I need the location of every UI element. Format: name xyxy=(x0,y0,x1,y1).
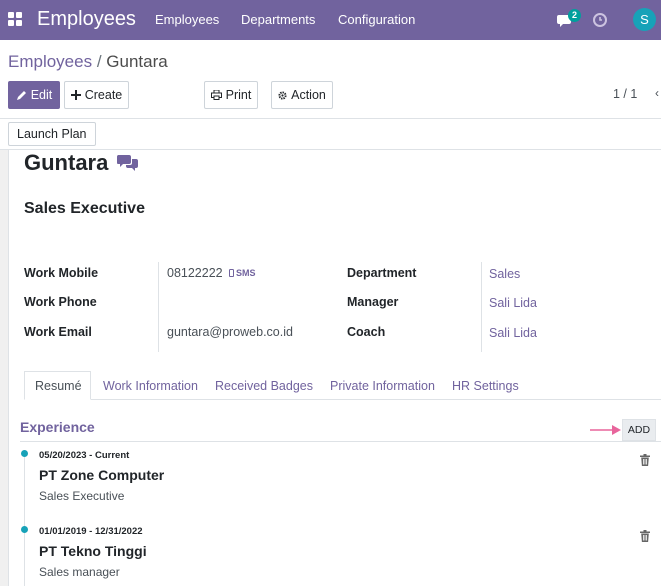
divider xyxy=(0,118,661,119)
apps-icon[interactable] xyxy=(8,12,22,26)
edit-label: Edit xyxy=(30,88,53,102)
timeline-dot xyxy=(21,526,28,533)
action-label: Action xyxy=(291,88,326,102)
coach-label: Coach xyxy=(347,325,386,339)
menu-departments[interactable]: Departments xyxy=(241,12,315,27)
manager-value[interactable]: Sali Lida xyxy=(489,296,537,310)
tab-hr-settings[interactable]: HR Settings xyxy=(442,371,529,400)
sheet-gutter xyxy=(0,150,8,586)
create-button[interactable]: Create xyxy=(64,81,129,109)
plus-icon xyxy=(70,90,81,100)
arrow-annotation-icon xyxy=(590,425,621,435)
tab-private-information[interactable]: Private Information xyxy=(320,371,445,400)
department-value[interactable]: Sales xyxy=(489,267,520,281)
pencil-icon xyxy=(16,90,26,100)
sms-link[interactable]: SMS xyxy=(229,268,256,278)
menu-employees[interactable]: Employees xyxy=(155,12,219,27)
trash-icon[interactable] xyxy=(640,454,650,466)
gear-icon xyxy=(278,90,287,100)
edit-button[interactable]: Edit xyxy=(8,81,60,109)
chat-icon[interactable] xyxy=(117,153,139,171)
menu-configuration[interactable]: Configuration xyxy=(338,12,415,27)
breadcrumb-parent[interactable]: Employees xyxy=(8,52,92,71)
coach-value[interactable]: Sali Lida xyxy=(489,326,537,340)
sms-label: SMS xyxy=(236,268,256,278)
create-label: Create xyxy=(84,88,123,102)
work-email-value[interactable]: guntara@proweb.co.id xyxy=(167,325,293,339)
trash-icon[interactable] xyxy=(640,530,650,542)
action-button[interactable]: Action xyxy=(271,81,333,109)
experience-role: Sales manager xyxy=(39,565,120,579)
work-mobile-value[interactable]: 08122222 xyxy=(167,266,223,280)
launch-plan-button[interactable]: Launch Plan xyxy=(8,122,96,146)
print-icon xyxy=(210,90,222,100)
breadcrumb: Employees / Guntara xyxy=(8,52,168,72)
app-brand[interactable]: Employees xyxy=(37,8,136,31)
pager-prev-icon[interactable]: ‹ xyxy=(655,86,659,100)
employee-name: Guntara xyxy=(24,150,109,175)
section-divider xyxy=(20,441,661,442)
top-navbar: Employees Employees Departments Configur… xyxy=(0,0,661,40)
experience-title: Experience xyxy=(20,419,95,435)
experience-dates: 01/01/2019 - 12/31/2022 xyxy=(39,526,143,537)
pager-value[interactable]: 1 / 1 xyxy=(613,87,637,101)
field-divider xyxy=(481,262,482,352)
job-title: Sales Executive xyxy=(24,200,145,217)
mobile-icon xyxy=(229,269,234,277)
add-experience-button[interactable]: ADD xyxy=(622,419,656,441)
print-label: Print xyxy=(225,88,252,102)
tab-work-information[interactable]: Work Information xyxy=(93,371,208,400)
breadcrumb-separator: / xyxy=(96,52,107,71)
experience-role: Sales Executive xyxy=(39,489,125,503)
user-avatar[interactable]: S xyxy=(633,8,656,31)
clock-icon[interactable] xyxy=(592,12,608,28)
field-divider xyxy=(158,262,159,352)
tab-resume[interactable]: Resumé xyxy=(24,371,91,400)
sheet-border xyxy=(8,150,9,586)
manager-label: Manager xyxy=(347,295,399,309)
department-label: Department xyxy=(347,266,417,280)
timeline-line xyxy=(24,452,25,586)
print-button[interactable]: Print xyxy=(204,81,258,109)
experience-company[interactable]: PT Tekno Tinggi xyxy=(39,543,147,559)
experience-company[interactable]: PT Zone Computer xyxy=(39,467,164,483)
chat-count-badge: 2 xyxy=(568,9,581,22)
work-phone-label: Work Phone xyxy=(24,295,97,309)
experience-dates: 05/20/2023 - Current xyxy=(39,450,130,461)
work-email-label: Work Email xyxy=(24,325,92,339)
tab-received-badges[interactable]: Received Badges xyxy=(205,371,323,400)
breadcrumb-current: Guntara xyxy=(106,52,168,71)
timeline-dot xyxy=(21,450,28,457)
work-mobile-label: Work Mobile xyxy=(24,266,99,280)
